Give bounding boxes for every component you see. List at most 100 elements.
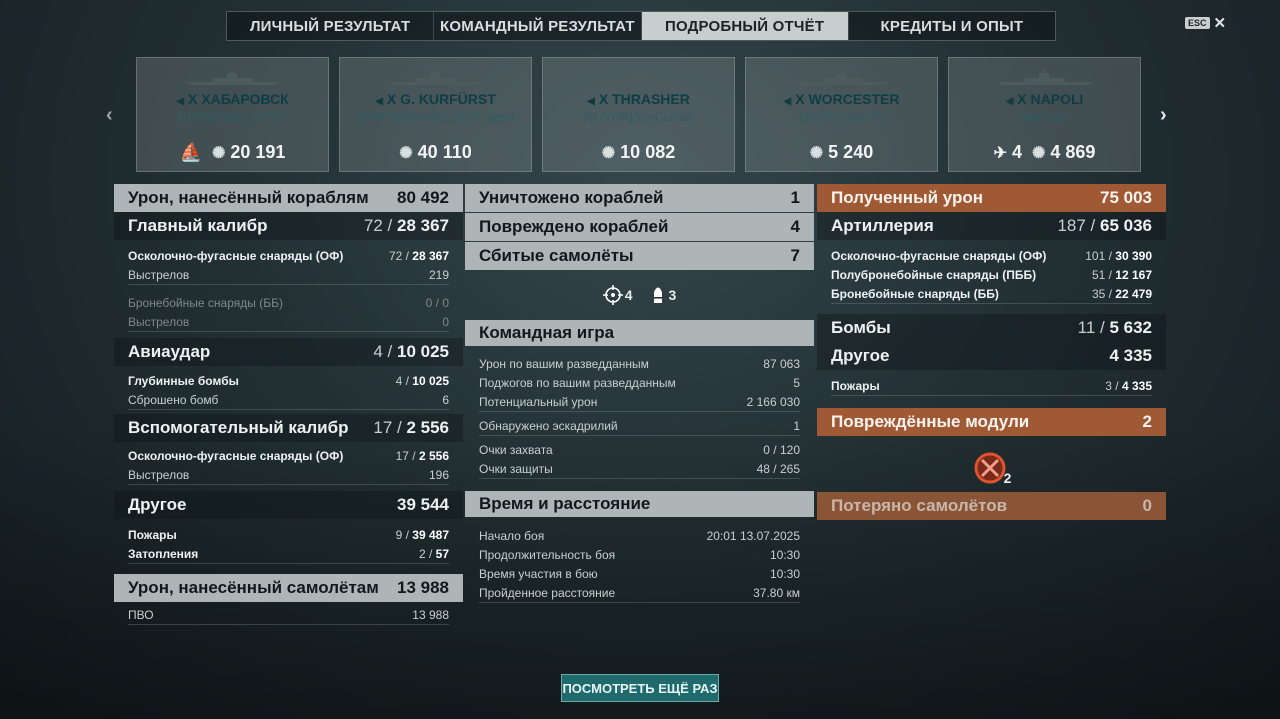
received-other-header: Другое 4 335 xyxy=(817,342,1166,370)
damage-header-label: Урон, нанесённый кораблям xyxy=(128,188,369,207)
tab-team-result[interactable]: КОМАНДНЫЙ РЕЗУЛЬТАТ xyxy=(434,12,642,40)
ship-class-icon: ◀ xyxy=(783,96,792,107)
received-sap-row: Полубронебойные снаряды (ПББ) 51 / 12 167 xyxy=(831,267,1152,282)
tab-credits-xp[interactable]: КРЕДИТЫ И ОПЫТ xyxy=(849,12,1055,40)
damage-header: Урон, нанесённый кораблям 80 492 xyxy=(114,184,463,212)
depth-charges-row: Глубинные бомбы 4 / 10 025 xyxy=(128,373,449,388)
replay-button[interactable]: ПОСМОТРЕТЬ ЕЩЁ РАЗ xyxy=(561,674,719,702)
received-damage-header: Полученный урон 75 003 xyxy=(817,184,1166,212)
time-distance-rows: Начало боя 20:01 13.07.2025 Продолжительно… xyxy=(465,526,814,603)
damage-stat: ✺ 20 191 xyxy=(211,142,286,162)
main-ap-row: Бронебойные снаряды (ББ) 0 / 0 xyxy=(128,295,449,310)
info-row: Потенциальный урон 2 166 030 xyxy=(479,394,800,409)
ship-card[interactable]: ◀ X G. KURFÜRST [UNIKA]berkut80_2024_geroj… xyxy=(339,57,532,172)
info-row: Время участия в бою 10:30 xyxy=(479,566,800,581)
floods-row: Затопления 2 / 57 xyxy=(128,546,449,561)
aa-row: ПВО 13 988 xyxy=(128,607,449,622)
main-he-row: Осколочно-фугасные снаряды (ОФ) 72 / 28 3… xyxy=(128,248,449,263)
damaged-module-icon xyxy=(974,452,1006,484)
close-button[interactable]: ESC ✕ xyxy=(1185,14,1226,32)
damage-stat: ✺ 10 082 xyxy=(601,142,676,162)
plane-damage-header: Урон, нанесённый самолётам 13 988 xyxy=(114,574,463,602)
destroyed-header: Уничтожено кораблей 1 xyxy=(465,184,814,212)
explosion-icon: ✺ xyxy=(601,144,616,162)
player-name: [1RANG]Alex_KTOF xyxy=(177,110,288,124)
ship-card[interactable]: ◀ X NAPOLI almirsan ✈ 4 ✺ 4 869 xyxy=(948,57,1141,172)
info-row: Начало боя 20:01 13.07.2025 xyxy=(479,528,800,543)
ship-class-icon: ◀ xyxy=(375,96,383,107)
info-row: Обнаружено эскадрилий 1 xyxy=(479,418,800,433)
received-ap-row: Бронебойные снаряды (ББ) 35 / 22 479 xyxy=(831,286,1152,301)
torpedo-icon: ⛵ xyxy=(179,142,202,162)
main-battery-header: Главный калибр 72 / 28 367 xyxy=(114,212,463,240)
ship-name: ◀ X NAPOLI xyxy=(1005,91,1084,107)
secondary-shots-row: Выстрелов 196 xyxy=(128,467,449,482)
ship-card[interactable]: ◀ X WORCESTER [2CAP]Tupac76 ✺ 5 240 xyxy=(745,57,938,172)
tab-bar: ЛИЧНЫЙ РЕЗУЛЬТАТ КОМАНДНЫЙ РЕЗУЛЬТАТ ПОД… xyxy=(226,11,1056,41)
player-name: [UNIKA]berkut80_2024_geroj xyxy=(357,110,514,124)
prev-arrow-icon[interactable]: ‹ xyxy=(106,104,113,127)
summary-panel: Уничтожено кораблей 1 Повреждено кораблей… xyxy=(465,184,814,607)
explosion-icon: ✺ xyxy=(809,144,824,162)
explosion-icon: ✺ xyxy=(1031,144,1046,162)
ship-stats: ✺ 5 240 xyxy=(746,142,937,163)
planes-shot-header: Сбитые самолёты 7 xyxy=(465,242,814,270)
lost-planes-header: Потеряно самолётов 0 xyxy=(817,492,1166,520)
info-row: Поджогов по вашим разведданным 5 xyxy=(479,375,800,390)
ship-stats: ✺ 40 110 xyxy=(340,142,531,163)
ship-card[interactable]: ◀ X THRASHER [SUVOR]StarCurtain ✺ 10 082 xyxy=(542,57,735,172)
ship-name: ◀ X WORCESTER xyxy=(783,91,900,107)
player-name: [2CAP]Tupac76 xyxy=(799,110,884,124)
ship-stats: ✈ 4 ✺ 4 869 xyxy=(949,142,1140,163)
explosion-icon: ✺ xyxy=(399,144,413,162)
esc-key-label: ESC xyxy=(1185,17,1210,29)
tab-personal-result[interactable]: ЛИЧНЫЙ РЕЗУЛЬТАТ xyxy=(227,12,435,40)
info-row: Пройденное расстояние 37.80 км xyxy=(479,585,800,600)
time-distance-header: Время и расстояние xyxy=(465,491,814,517)
ship-stats: ✺ 10 082 xyxy=(543,142,734,163)
ship-silhouette-icon xyxy=(996,70,1093,85)
ship-card[interactable]: ◀ X ХАБАРОВСК [1RANG]Alex_KTOF ⛵ ✺ 20 191 xyxy=(136,57,329,172)
ribbon-icons: 4 3 xyxy=(465,270,814,320)
secondary-header: Вспомогательный калибр 17 / 2 556 xyxy=(114,414,463,442)
secondary-he-row: Осколочно-фугасные снаряды (ОФ) 17 / 2 55… xyxy=(128,448,449,463)
next-arrow-icon[interactable]: › xyxy=(1160,104,1167,127)
ship-class-icon: ◀ xyxy=(1005,96,1014,107)
ship-silhouette-icon xyxy=(184,70,281,85)
main-he-shots-row: Выстрелов 219 xyxy=(128,267,449,282)
damage-stat: ✺ 40 110 xyxy=(399,142,472,162)
other-header: Другое 39 544 xyxy=(114,491,463,519)
received-he-row: Осколочно-фугасные снаряды (ОФ) 101 / 30 … xyxy=(831,248,1152,263)
player-name: almirsan xyxy=(1021,110,1068,124)
module-count: 2 xyxy=(1003,470,1012,486)
bombs-dropped-row: Сброшено бомб 6 xyxy=(128,392,449,407)
airstrike-header: Авиаудар 4 / 10 025 xyxy=(114,338,463,366)
damage-stat: ✺ 4 869 xyxy=(1031,142,1096,162)
main-battery-value: 72 / 28 367 xyxy=(363,216,449,235)
info-row: Урон по вашим разведданным 87 063 xyxy=(479,356,800,371)
info-row: Очки защиты 48 / 265 xyxy=(479,461,800,476)
plane-icon: ✈ xyxy=(993,144,1007,162)
modules-header: Повреждённые модули 2 xyxy=(817,408,1166,436)
info-row: Продолжительность боя 10:30 xyxy=(479,547,800,562)
ship-damage-panel: Урон, нанесённый кораблям 80 492 Главный… xyxy=(114,184,463,625)
received-bombs-header: Бомбы 11 / 5 632 xyxy=(817,314,1166,342)
ship-cards: ◀ X ХАБАРОВСК [1RANG]Alex_KTOF ⛵ ✺ 20 191 ◀ X G… xyxy=(136,57,1141,172)
main-battery-label: Главный калибр xyxy=(128,216,268,235)
ship-stats: ⛵ ✺ 20 191 xyxy=(137,142,328,163)
received-fires-row: Пожары 3 / 4 335 xyxy=(831,378,1152,393)
artillery-header: Артиллерия 187 / 65 036 xyxy=(817,212,1166,240)
close-icon: ✕ xyxy=(1213,15,1227,32)
ship-silhouette-icon xyxy=(590,70,687,85)
ship-class-icon: ◀ xyxy=(587,96,595,107)
ship-name: ◀ X THRASHER xyxy=(587,91,690,107)
shell-count: 3 xyxy=(668,287,677,303)
tab-detailed-report[interactable]: ПОДРОБНЫЙ ОТЧЁТ xyxy=(641,12,849,40)
crosshair-icon xyxy=(602,285,623,305)
crosshair-count: 4 xyxy=(624,287,633,303)
ship-name: ◀ X ХАБАРОВСК xyxy=(176,91,289,107)
fires-row: Пожары 9 / 39 487 xyxy=(128,527,449,542)
ship-class-icon: ◀ xyxy=(176,96,185,107)
info-row: Очки захвата 0 / 120 xyxy=(479,442,800,457)
team-play-header: Командная игра xyxy=(465,320,814,346)
